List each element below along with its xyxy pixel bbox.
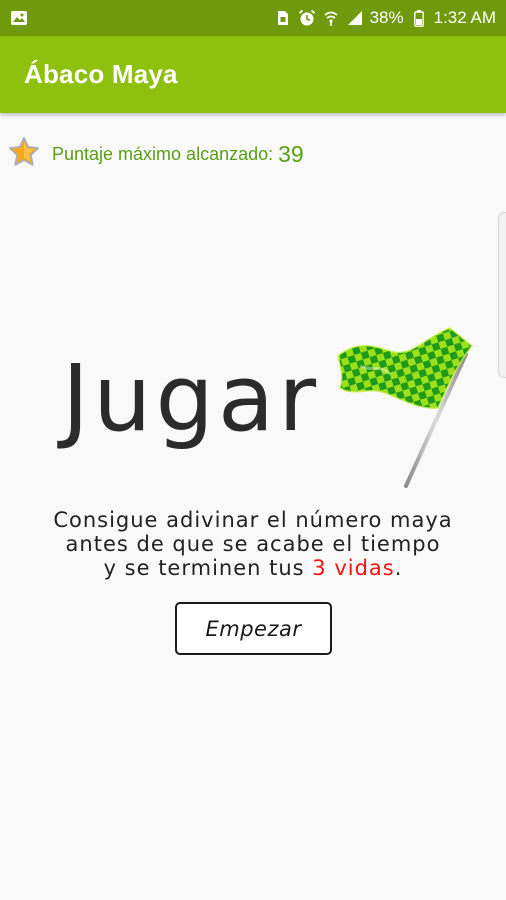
- status-time: 1:32 AM: [433, 8, 496, 27]
- gallery-icon: [10, 9, 28, 27]
- status-bar-left: [10, 9, 28, 27]
- play-description: Consigue adivinar el número maya antes d…: [0, 508, 506, 580]
- battery-icon: [410, 9, 428, 27]
- description-line-2: antes de que se acabe el tiempo: [65, 532, 441, 556]
- app-title: Ábaco Maya: [24, 59, 178, 89]
- high-score-value: 39: [278, 140, 304, 167]
- description-line-1: Consigue adivinar el número maya: [53, 508, 453, 532]
- wifi-icon: [322, 9, 340, 27]
- signal-icon: [346, 9, 364, 27]
- start-button[interactable]: Empezar: [175, 602, 332, 655]
- checkered-flag-icon: [330, 326, 475, 496]
- side-drawer-handle[interactable]: [498, 212, 506, 378]
- lives-count: 3 vidas: [312, 556, 395, 580]
- high-score-row: Puntaje máximo alcanzado: 39: [8, 136, 304, 172]
- sim-icon: [274, 9, 292, 27]
- high-score-label: Puntaje máximo alcanzado:: [52, 143, 274, 164]
- alarm-icon: [298, 9, 316, 27]
- description-line-3: y se terminen tus 3 vidas.: [0, 556, 506, 580]
- status-bar-right: 38% 1:32 AM: [274, 8, 496, 28]
- app-bar: Ábaco Maya: [0, 36, 506, 113]
- battery-percent: 38%: [369, 8, 404, 27]
- description-line-3-suffix: .: [394, 556, 403, 580]
- description-line-3-prefix: y se terminen tus: [103, 556, 313, 580]
- star-icon: [8, 136, 40, 173]
- status-bar: 38% 1:32 AM: [0, 0, 506, 36]
- play-heading: Jugar: [62, 345, 321, 452]
